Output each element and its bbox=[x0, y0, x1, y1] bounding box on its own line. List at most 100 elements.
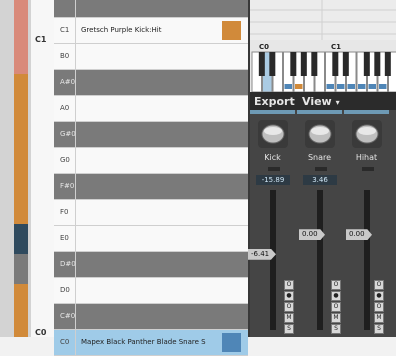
key-marker bbox=[348, 84, 356, 89]
sample-color-swatch[interactable] bbox=[222, 21, 241, 40]
black-key[interactable] bbox=[374, 52, 380, 76]
piano-keyboard[interactable]: C0 C1 bbox=[250, 0, 396, 92]
key-marker bbox=[379, 84, 387, 89]
channel-button[interactable]: S bbox=[284, 324, 294, 334]
export-menu[interactable]: Export bbox=[254, 95, 295, 108]
key-marker bbox=[327, 84, 335, 89]
note-name: F#0 bbox=[60, 182, 74, 190]
note-name: C1 bbox=[60, 26, 69, 34]
view-menu-label: View bbox=[302, 95, 332, 108]
note-row[interactable]: G#0 bbox=[54, 122, 248, 148]
note-name: A#0 bbox=[60, 78, 75, 86]
chevron-down-icon: ▾ bbox=[336, 98, 340, 107]
channel-button[interactable]: S bbox=[374, 324, 384, 334]
note-row[interactable]: G0 bbox=[54, 148, 248, 174]
note-row[interactable]: A#0 bbox=[54, 70, 248, 96]
channel-button[interactable]: M bbox=[331, 313, 341, 323]
key-marker bbox=[285, 84, 293, 89]
hihat-icon[interactable] bbox=[352, 120, 382, 148]
fader-track[interactable] bbox=[364, 190, 370, 330]
black-key[interactable] bbox=[332, 52, 338, 76]
volume-fader[interactable]: 0.00 bbox=[346, 229, 372, 240]
sample-color-swatch[interactable] bbox=[222, 333, 241, 352]
channel-button[interactable]: ● bbox=[374, 291, 384, 301]
channel-button[interactable]: ● bbox=[331, 291, 341, 301]
octave-label: C1 bbox=[35, 35, 46, 44]
octave-label: C0 bbox=[35, 328, 46, 337]
note-row[interactable]: B0 bbox=[54, 44, 248, 70]
black-key[interactable] bbox=[259, 52, 265, 76]
channel-button[interactable]: O bbox=[374, 302, 384, 312]
note-name: D0 bbox=[60, 286, 70, 294]
black-key[interactable] bbox=[311, 52, 317, 76]
gain-value[interactable]: 3.46 bbox=[303, 175, 337, 185]
key-marker bbox=[337, 84, 345, 89]
mixer-strips: Kick-15.89-6.41O●OMSSnare3.460.00O●OMSHi… bbox=[250, 110, 396, 337]
black-key[interactable] bbox=[301, 52, 307, 76]
note-row[interactable]: E0 bbox=[54, 226, 248, 252]
note-name: C0 bbox=[60, 338, 69, 346]
note-name: G0 bbox=[60, 156, 70, 164]
key-marker bbox=[358, 84, 366, 89]
fader-track[interactable] bbox=[317, 190, 323, 330]
key-marker bbox=[369, 84, 377, 89]
strip-selection-bar bbox=[297, 110, 342, 114]
channel-button[interactable]: O bbox=[284, 280, 294, 290]
track-color-segment bbox=[14, 0, 28, 74]
volume-fader[interactable]: 0.00 bbox=[299, 229, 325, 240]
black-key[interactable] bbox=[290, 52, 296, 76]
octave-column: C1 C0 bbox=[31, 0, 55, 337]
level-meter bbox=[315, 167, 327, 171]
channel-button[interactable]: O bbox=[374, 280, 384, 290]
track-color-segment bbox=[14, 224, 28, 254]
black-key[interactable] bbox=[385, 52, 391, 76]
black-key[interactable] bbox=[364, 52, 370, 76]
note-row[interactable] bbox=[54, 0, 248, 18]
volume-fader[interactable]: -6.41 bbox=[248, 249, 276, 260]
note-name: G#0 bbox=[60, 130, 76, 138]
note-row[interactable]: C#0 bbox=[54, 304, 248, 330]
note-row[interactable]: C0 Mapex Black Panther Blade Snare S bbox=[54, 330, 248, 356]
snare-drum-icon[interactable] bbox=[305, 120, 335, 148]
gain-value[interactable]: -15.89 bbox=[256, 175, 290, 185]
strip-name: Kick bbox=[250, 153, 295, 162]
sample-name: Gretsch Purple Kick:Hit bbox=[81, 26, 161, 34]
level-meter bbox=[362, 167, 374, 171]
note-row[interactable]: F0 bbox=[54, 200, 248, 226]
fader-track[interactable] bbox=[270, 190, 276, 330]
black-key[interactable] bbox=[343, 52, 349, 76]
sample-name: Mapex Black Panther Blade Snare S bbox=[81, 338, 206, 346]
note-row[interactable]: F#0 bbox=[54, 174, 248, 200]
view-menu[interactable]: View ▾ bbox=[302, 95, 340, 108]
keyboard-octave-label: C1 bbox=[331, 43, 341, 51]
note-name: A0 bbox=[60, 104, 69, 112]
key-marker bbox=[295, 84, 303, 89]
channel-button[interactable]: O bbox=[284, 302, 294, 312]
menu-bar: Export View ▾ bbox=[250, 92, 396, 110]
strip-selection-bar bbox=[344, 110, 389, 114]
channel-button[interactable]: S bbox=[331, 324, 341, 334]
channel-button[interactable]: M bbox=[374, 313, 384, 323]
note-row[interactable]: D#0 bbox=[54, 252, 248, 278]
note-name: D#0 bbox=[60, 260, 76, 268]
note-row[interactable]: C1 Gretsch Purple Kick:Hit bbox=[54, 18, 248, 44]
strip-name: Hihat bbox=[344, 153, 389, 162]
level-meter bbox=[268, 167, 280, 171]
keyboard-svg[interactable] bbox=[250, 0, 396, 92]
note-row[interactable]: A0 bbox=[54, 96, 248, 122]
track-color-segment bbox=[14, 74, 28, 224]
kick-drum-icon[interactable] bbox=[258, 120, 288, 148]
mixer-strip: Snare3.460.00O●OMS bbox=[297, 110, 342, 337]
note-key-cell bbox=[54, 0, 76, 17]
note-row[interactable]: D0 bbox=[54, 278, 248, 304]
channel-button[interactable]: ● bbox=[284, 291, 294, 301]
channel-button[interactable]: O bbox=[331, 302, 341, 312]
channel-button[interactable]: M bbox=[284, 313, 294, 323]
mixer-strip: Hihat0.00O●OMS bbox=[344, 110, 389, 337]
note-name: B0 bbox=[60, 52, 69, 60]
track-color-segment bbox=[14, 254, 28, 284]
note-name: F0 bbox=[60, 208, 68, 216]
mixer-strip: Kick-15.89-6.41O●OMS bbox=[250, 110, 295, 337]
channel-button[interactable]: O bbox=[331, 280, 341, 290]
black-key[interactable] bbox=[269, 52, 275, 76]
